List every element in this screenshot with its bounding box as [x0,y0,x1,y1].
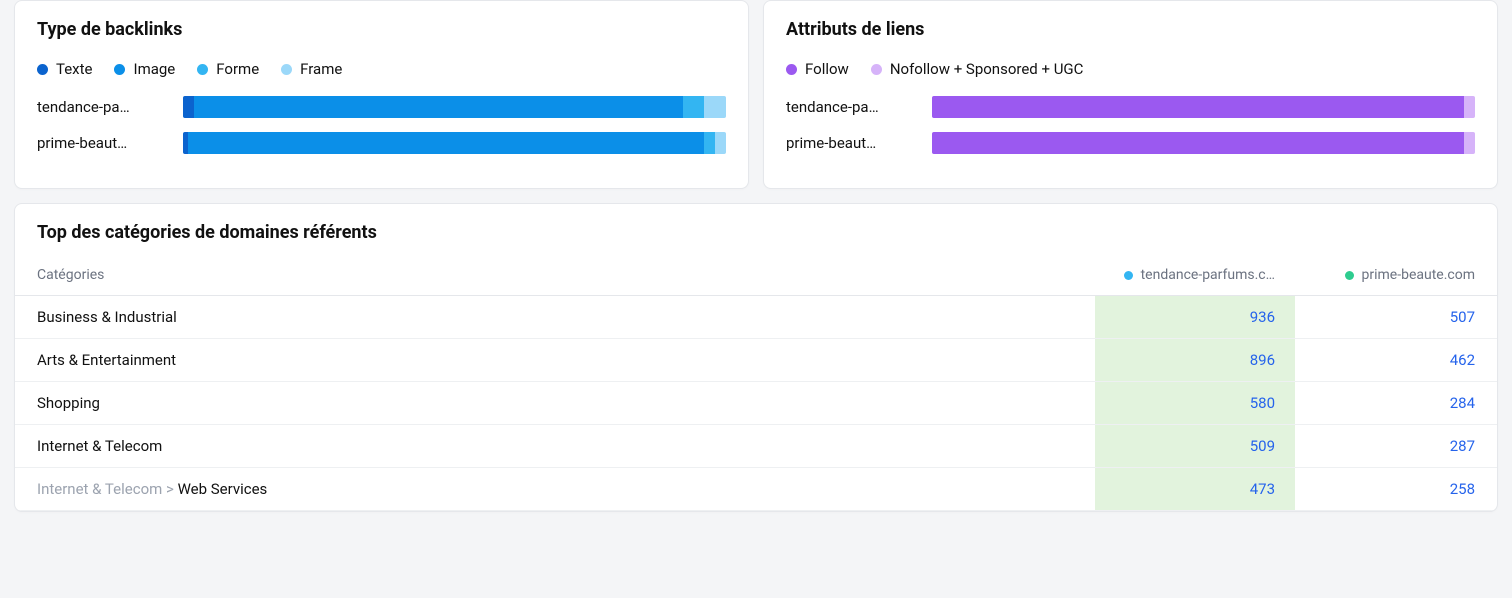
value-site-1[interactable]: 896 [1095,339,1295,381]
backlink-legend: Texte Image Forme Frame [37,60,726,78]
dot-icon [1345,271,1354,280]
bar-row: prime-beaut… [786,132,1475,154]
stacked-bar[interactable] [932,132,1475,154]
category-name: Arts & Entertainment [37,351,1095,369]
attributes-legend: Follow Nofollow + Sponsored + UGC [786,60,1475,78]
table-row[interactable]: Arts & Entertainment896462 [15,339,1497,382]
stacked-bar[interactable] [183,96,726,118]
bar-segment [932,96,1464,118]
categories-card: Top des catégories de domaines référents… [14,203,1498,512]
header-site-2-label: prime-beaute.com [1362,267,1475,283]
dot-icon [786,64,797,75]
bar-segment [183,96,194,118]
bar-segment [715,132,726,154]
table-row[interactable]: Internet & Telecom509287 [15,425,1497,468]
legend-item[interactable]: Frame [281,60,342,78]
header-categories[interactable]: Catégories [37,267,1095,283]
category-name: Business & Industrial [37,308,1095,326]
category-name: Internet & Telecom > Web Services [37,480,1095,498]
backlink-bars: tendance-pa… prime-beaut… [37,96,726,154]
table-row[interactable]: Shopping580284 [15,382,1497,425]
stacked-bar[interactable] [183,132,726,154]
bar-segment [932,132,1464,154]
bar-segment [683,96,705,118]
legend-label: Nofollow + Sponsored + UGC [890,60,1084,78]
legend-label: Texte [56,60,92,78]
bar-segment [704,96,726,118]
card-title: Attributs de liens [764,1,1497,54]
value-site-2[interactable]: 258 [1295,480,1475,498]
table-header-row: Catégories tendance-parfums.c… prime-bea… [15,257,1497,296]
value-site-2[interactable]: 462 [1295,351,1475,369]
dot-icon [37,64,48,75]
value-site-1[interactable]: 473 [1095,468,1295,510]
legend-label: Image [133,60,175,78]
legend-label: Forme [216,60,259,78]
legend-label: Follow [805,60,849,78]
bar-row: tendance-pa… [786,96,1475,118]
bar-segment [194,96,683,118]
bar-label: prime-beaut… [786,134,916,152]
bar-row: prime-beaut… [37,132,726,154]
value-site-2[interactable]: 287 [1295,437,1475,455]
value-site-2[interactable]: 284 [1295,394,1475,412]
value-site-1[interactable]: 509 [1095,425,1295,467]
header-site-1[interactable]: tendance-parfums.c… [1095,267,1295,283]
link-attributes-card: Attributs de liens Follow Nofollow + Spon… [763,0,1498,189]
value-site-1[interactable]: 936 [1095,296,1295,338]
card-title: Type de backlinks [15,1,748,54]
category-name: Shopping [37,394,1095,412]
bar-segment [704,132,715,154]
value-site-1[interactable]: 580 [1095,382,1295,424]
bar-segment [1464,96,1475,118]
legend-item[interactable]: Nofollow + Sponsored + UGC [871,60,1084,78]
dot-icon [871,64,882,75]
legend-item[interactable]: Forme [197,60,259,78]
value-site-2[interactable]: 507 [1295,308,1475,326]
stacked-bar[interactable] [932,96,1475,118]
legend-item[interactable]: Image [114,60,175,78]
legend-item[interactable]: Follow [786,60,849,78]
backlink-types-card: Type de backlinks Texte Image Forme Frame t… [14,0,749,189]
bar-label: tendance-pa… [37,98,167,116]
legend-label: Frame [300,60,342,78]
table-body: Business & Industrial936507Arts & Entert… [15,296,1497,511]
header-site-1-label: tendance-parfums.c… [1141,267,1275,283]
bar-label: prime-beaut… [37,134,167,152]
card-title: Top des catégories de domaines référents [15,204,1497,257]
bar-segment [1464,132,1475,154]
table-row[interactable]: Business & Industrial936507 [15,296,1497,339]
table-row[interactable]: Internet & Telecom > Web Services473258 [15,468,1497,511]
legend-item[interactable]: Texte [37,60,92,78]
attributes-bars: tendance-pa… prime-beaut… [786,96,1475,154]
header-site-2[interactable]: prime-beaute.com [1295,267,1475,283]
dot-icon [1124,271,1133,280]
category-name: Internet & Telecom [37,437,1095,455]
dot-icon [281,64,292,75]
dot-icon [114,64,125,75]
bar-row: tendance-pa… [37,96,726,118]
bar-label: tendance-pa… [786,98,916,116]
bar-segment [188,132,704,154]
dot-icon [197,64,208,75]
